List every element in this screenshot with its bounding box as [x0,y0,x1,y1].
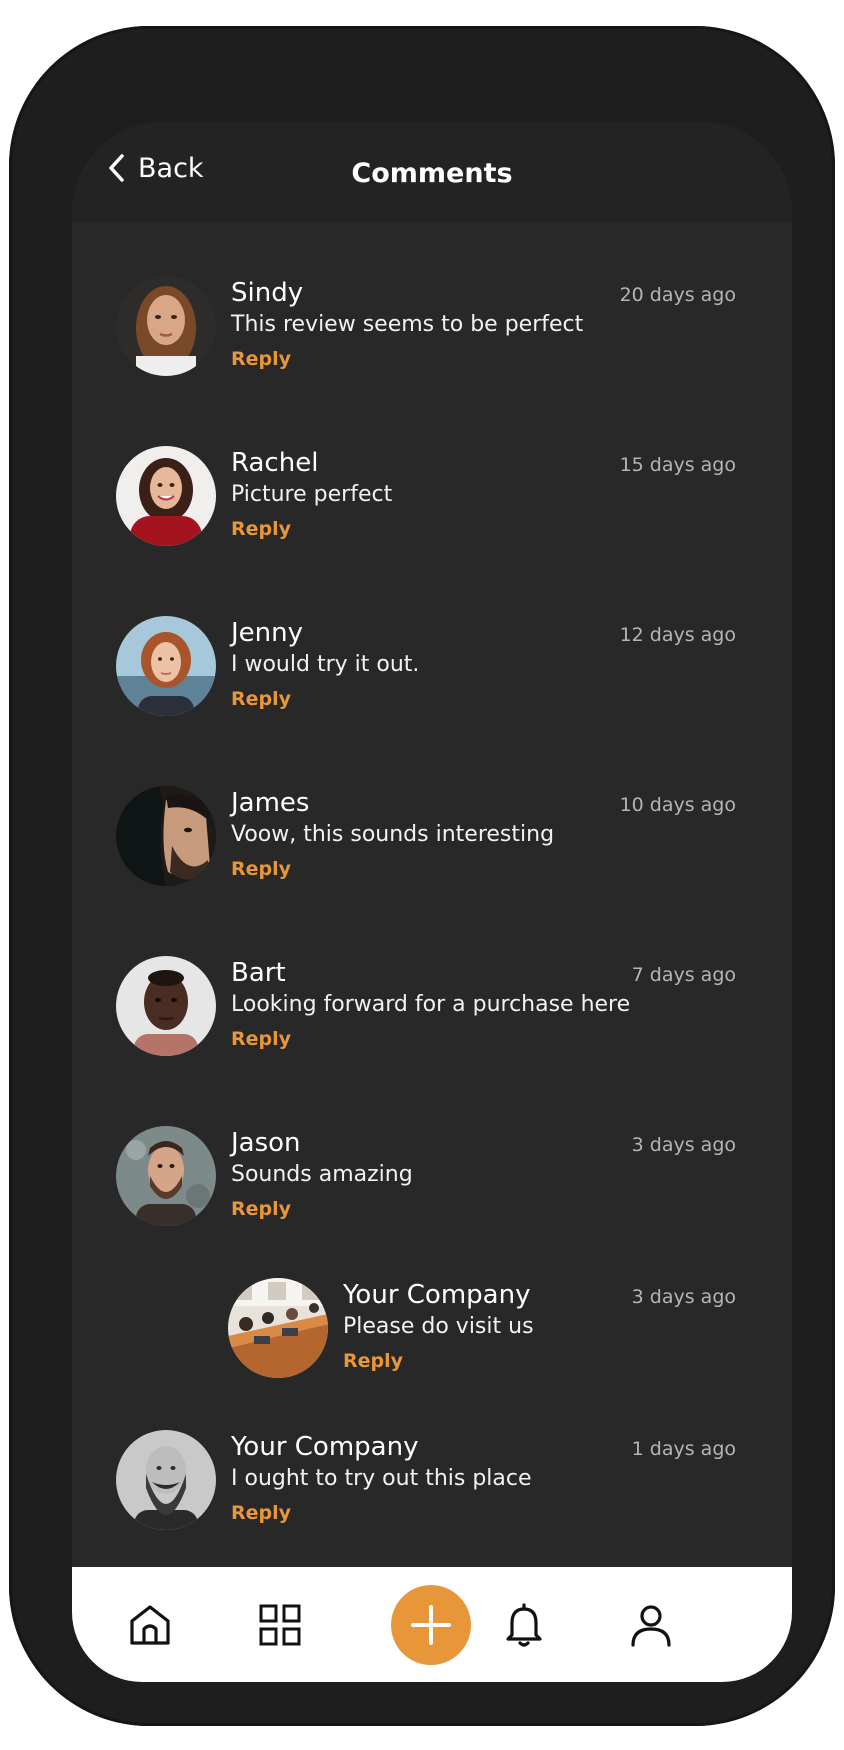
avatar-bearded[interactable] [116,1430,216,1530]
comment-item: Rachel Picture perfect Reply 15 days ago [116,446,736,556]
comment-text: I ought to try out this place [231,1466,532,1491]
comment-author: Jason [231,1128,301,1158]
comment-item: Bart Looking forward for a purchase here… [116,956,736,1066]
home-icon [130,1605,170,1645]
comment-time: 12 days ago [619,624,736,646]
user-icon [631,1605,671,1647]
header: Back Comments [72,122,792,222]
comment-author: Your Company [343,1280,531,1310]
reply-button[interactable]: Reply [231,518,291,540]
reply-button[interactable]: Reply [231,348,291,370]
tab-profile[interactable] [623,1597,679,1653]
avatar-rachel[interactable] [116,446,216,546]
reply-button[interactable]: Reply [231,1502,291,1524]
comment-text: This review seems to be perfect [231,312,584,337]
comment-time: 3 days ago [631,1286,736,1308]
reply-button[interactable]: Reply [343,1350,403,1372]
comment-author: Rachel [231,448,319,478]
tab-grid[interactable] [252,1597,308,1653]
avatar-company[interactable] [228,1278,328,1378]
comment-time: 7 days ago [631,964,736,986]
avatar-james[interactable] [116,786,216,886]
comment-text: I would try it out. [231,652,420,677]
comment-author: Sindy [231,278,304,308]
app-screen: Back Comments Sindy This review seems to… [72,122,792,1682]
reply-button[interactable]: Reply [231,858,291,880]
comment-author: Bart [231,958,286,988]
grid-icon [259,1604,301,1646]
comment-time: 10 days ago [619,794,736,816]
comment-time: 20 days ago [619,284,736,306]
comment-text: Sounds amazing [231,1162,413,1187]
phone-frame: Back Comments Sindy This review seems to… [9,26,835,1726]
comment-text: Voow, this sounds interesting [231,822,555,847]
tab-notifications[interactable] [496,1597,552,1653]
comment-item: Sindy This review seems to be perfect Re… [116,276,736,386]
comment-item: James Voow, this sounds interesting Repl… [116,786,736,896]
page-title: Comments [351,158,513,189]
comment-item: Jenny I would try it out. Reply 12 days … [116,616,736,726]
comment-author: Your Company [231,1432,419,1462]
avatar-bart[interactable] [116,956,216,1056]
comment-time: 15 days ago [619,454,736,476]
bottom-tab-bar [72,1567,792,1682]
comment-author: James [231,788,310,818]
avatar-jenny[interactable] [116,616,216,716]
reply-button[interactable]: Reply [231,1028,291,1050]
add-button[interactable] [391,1585,471,1665]
avatar-sindy[interactable] [116,276,216,376]
reply-button[interactable]: Reply [231,688,291,710]
comment-reply-item: Your Company Please do visit us Reply 3 … [228,1278,736,1388]
comment-author: Jenny [231,618,304,648]
bell-icon [506,1603,542,1647]
comment-text: Please do visit us [343,1314,534,1339]
comment-text: Picture perfect [231,482,393,507]
plus-icon [411,1605,451,1645]
comment-item: Your Company I ought to try out this pla… [116,1430,736,1540]
comment-time: 1 days ago [631,1438,736,1460]
avatar-jason[interactable] [116,1126,216,1226]
comment-item: Jason Sounds amazing Reply 3 days ago [116,1126,736,1236]
comment-text: Looking forward for a purchase here [231,992,631,1017]
tab-home[interactable] [122,1597,178,1653]
comment-time: 3 days ago [631,1134,736,1156]
reply-button[interactable]: Reply [231,1198,291,1220]
